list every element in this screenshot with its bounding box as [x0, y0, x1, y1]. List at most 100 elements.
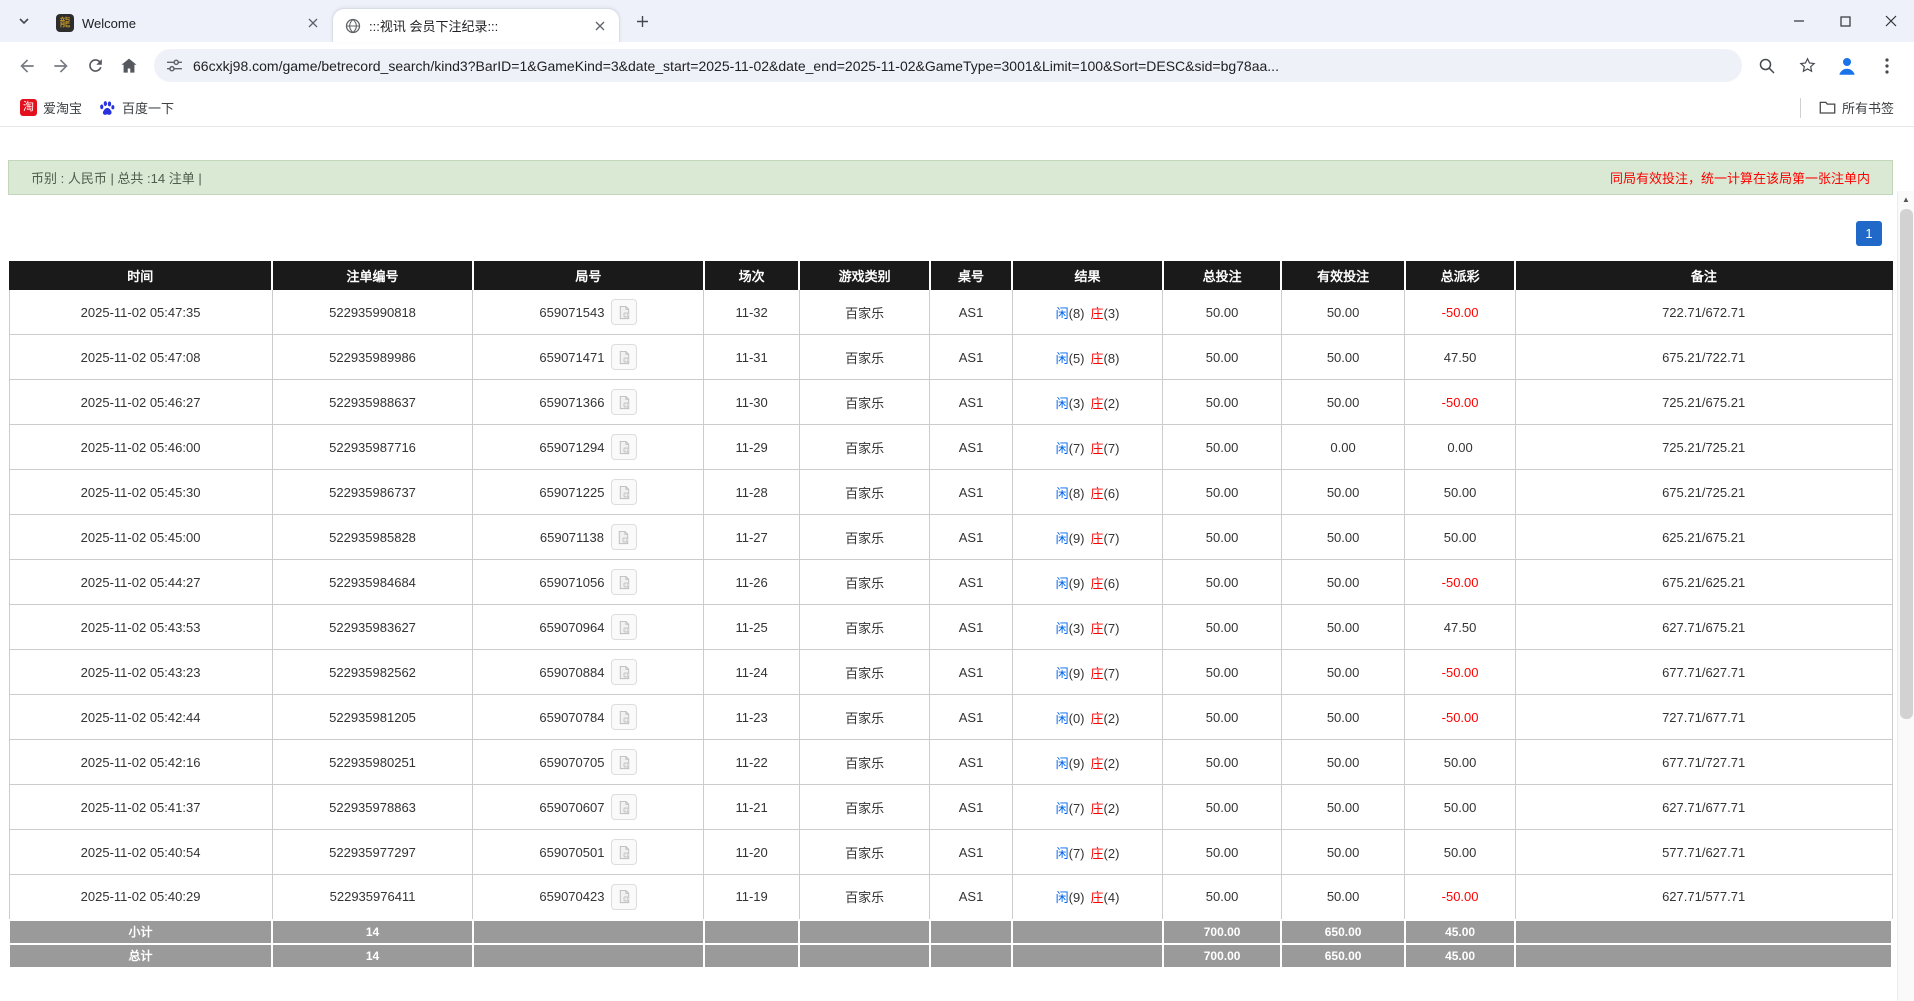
home-button[interactable] [112, 49, 146, 83]
maximize-button[interactable] [1822, 0, 1868, 42]
round-number: 659070884 [539, 665, 604, 680]
round-number: 659071471 [539, 350, 604, 365]
close-tab-icon[interactable] [591, 17, 609, 35]
session-cell: 11-22 [704, 740, 799, 785]
payout-value: -50.00 [1442, 710, 1479, 725]
page-content: 币别 : 人民币 | 总共 :14 注单 | 同局有效投注，统一计算在该局第一张… [0, 160, 1914, 1001]
video-replay-icon[interactable] [611, 479, 637, 505]
total-count: 14 [272, 944, 473, 968]
video-replay-icon[interactable] [611, 839, 637, 865]
profile-avatar[interactable] [1830, 49, 1864, 83]
payout-cell: 47.50 [1405, 335, 1515, 380]
time-cell: 2025-11-02 05:40:29 [9, 875, 272, 920]
total-bet-cell[interactable]: 50.00 [1163, 380, 1282, 425]
video-replay-icon[interactable] [611, 434, 637, 460]
table-row: 2025-11-02 05:46:27 522935988637 6590713… [9, 380, 1892, 425]
video-replay-icon[interactable] [611, 569, 637, 595]
col-remark: 备注 [1515, 262, 1892, 290]
session-cell: 11-19 [704, 875, 799, 920]
game-type-cell: 百家乐 [799, 470, 930, 515]
video-replay-icon[interactable] [611, 704, 637, 730]
total-bet-cell[interactable]: 50.00 [1163, 560, 1282, 605]
minimize-button[interactable] [1776, 0, 1822, 42]
total-bet-cell[interactable]: 50.00 [1163, 425, 1282, 470]
player-result-points: (7) [1069, 846, 1085, 861]
game-type-cell: 百家乐 [799, 695, 930, 740]
video-replay-icon[interactable] [611, 749, 637, 775]
total-bet-cell[interactable]: 50.00 [1163, 605, 1282, 650]
scroll-up-arrow[interactable]: ▲ [1898, 191, 1914, 207]
player-result-label: 闲 [1056, 666, 1069, 681]
payout-value: 50.00 [1444, 845, 1477, 860]
total-bet-cell[interactable]: 50.00 [1163, 290, 1282, 335]
player-result-points: (8) [1069, 486, 1085, 501]
back-button[interactable] [10, 49, 44, 83]
video-replay-icon[interactable] [611, 794, 637, 820]
video-replay-icon[interactable] [611, 659, 637, 685]
total-bet-cell[interactable]: 50.00 [1163, 875, 1282, 920]
forward-button[interactable] [44, 49, 78, 83]
reload-button[interactable] [78, 49, 112, 83]
subtotal-total-bet: 700.00 [1163, 920, 1282, 944]
time-cell: 2025-11-02 05:46:00 [9, 425, 272, 470]
bet-id-cell: 522935980251 [272, 740, 473, 785]
banker-result-points: (7) [1104, 531, 1120, 546]
game-type-cell: 百家乐 [799, 785, 930, 830]
round-number: 659071225 [539, 485, 604, 500]
table-no-cell: AS1 [930, 290, 1012, 335]
zoom-icon[interactable] [1750, 49, 1784, 83]
vertical-scrollbar[interactable]: ▲ ▼ [1897, 191, 1914, 1001]
round-cell: 659070423 [473, 875, 704, 920]
total-bet-cell[interactable]: 50.00 [1163, 470, 1282, 515]
total-bet-cell[interactable]: 50.00 [1163, 740, 1282, 785]
time-cell: 2025-11-02 05:44:27 [9, 560, 272, 605]
bet-id-cell: 522935985828 [272, 515, 473, 560]
payout-cell: 50.00 [1405, 470, 1515, 515]
total-bet-cell[interactable]: 50.00 [1163, 785, 1282, 830]
empty-cell [1515, 944, 1892, 968]
payout-value: 50.00 [1444, 755, 1477, 770]
round-cell: 659070884 [473, 650, 704, 695]
close-window-button[interactable] [1868, 0, 1914, 42]
all-bookmarks-button[interactable]: 所有书签 [1811, 94, 1902, 121]
site-info-icon[interactable] [166, 57, 183, 74]
banker-result-label: 庄 [1091, 486, 1104, 501]
bookmark-taobao[interactable]: 淘 爱淘宝 [12, 94, 90, 121]
table-no-cell: AS1 [930, 425, 1012, 470]
total-bet-cell[interactable]: 50.00 [1163, 830, 1282, 875]
player-result-label: 闲 [1056, 756, 1069, 771]
tab-bet-records[interactable]: :::视讯 会员下注纪录::: [332, 8, 620, 42]
url-bar[interactable]: 66cxkj98.com/game/betrecord_search/kind3… [154, 49, 1742, 82]
total-bet-cell[interactable]: 50.00 [1163, 695, 1282, 740]
summary-info-bar: 币别 : 人民币 | 总共 :14 注单 | 同局有效投注，统一计算在该局第一张… [8, 160, 1893, 195]
banker-result-label: 庄 [1091, 441, 1104, 456]
page-1-button[interactable]: 1 [1856, 221, 1882, 246]
valid-bet-cell: 50.00 [1281, 830, 1405, 875]
empty-cell [704, 920, 799, 944]
total-bet-cell[interactable]: 50.00 [1163, 515, 1282, 560]
tab-search-button[interactable] [10, 7, 38, 35]
time-cell: 2025-11-02 05:40:54 [9, 830, 272, 875]
new-tab-button[interactable] [628, 7, 656, 35]
bookmark-baidu[interactable]: 百度一下 [90, 94, 182, 121]
valid-bet-cell: 50.00 [1281, 335, 1405, 380]
menu-dots-icon[interactable] [1870, 49, 1904, 83]
scrollbar-thumb[interactable] [1900, 209, 1913, 719]
close-tab-icon[interactable] [304, 14, 322, 32]
table-row: 2025-11-02 05:43:53 522935983627 6590709… [9, 605, 1892, 650]
total-bet-cell[interactable]: 50.00 [1163, 335, 1282, 380]
video-replay-icon[interactable] [611, 344, 637, 370]
total-bet-cell[interactable]: 50.00 [1163, 650, 1282, 695]
video-replay-icon[interactable] [611, 884, 637, 910]
bookmark-star-icon[interactable] [1790, 49, 1824, 83]
video-replay-icon[interactable] [611, 614, 637, 640]
video-replay-icon[interactable] [611, 389, 637, 415]
bookmarks-bar: 淘 爱淘宝 百度一下 所有书签 [0, 89, 1914, 127]
time-cell: 2025-11-02 05:42:44 [9, 695, 272, 740]
banker-result-label: 庄 [1091, 396, 1104, 411]
video-replay-icon[interactable] [611, 524, 637, 550]
tab-welcome[interactable]: 龍 Welcome [44, 7, 332, 39]
empty-cell [799, 944, 930, 968]
video-replay-icon[interactable] [611, 299, 637, 325]
valid-bet-cell: 50.00 [1281, 785, 1405, 830]
